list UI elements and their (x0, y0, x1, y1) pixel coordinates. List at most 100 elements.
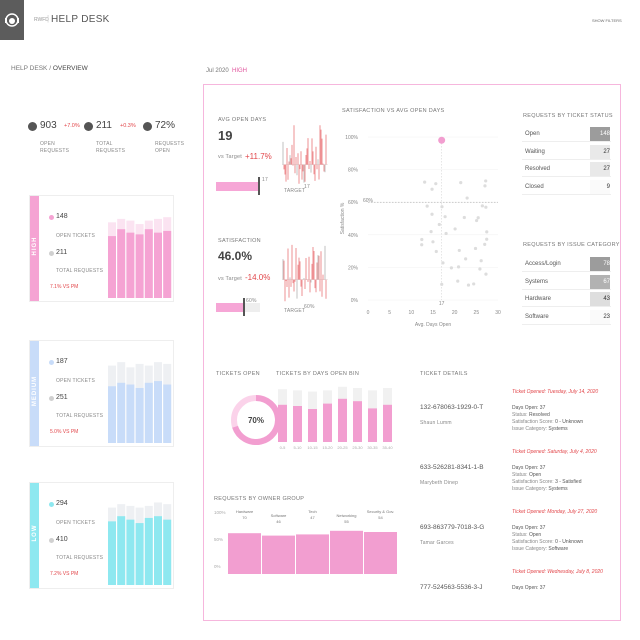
owner-y-tick: 50% (214, 537, 223, 542)
total-dot (49, 251, 54, 256)
table-row[interactable]: Software 23 (522, 309, 611, 325)
bin-open-bar (338, 398, 347, 442)
target-line-label: 60% (363, 198, 374, 204)
ticket-id[interactable]: 777-524563-5536-3-J (420, 584, 483, 591)
priority-filter[interactable]: HIGH (232, 68, 247, 74)
ticket-owner: Tamar Garces (420, 540, 454, 546)
table-row[interactable]: Systems 67 (522, 274, 611, 290)
scatter-point (420, 243, 424, 247)
open-bar (154, 381, 162, 443)
priority-card-low[interactable]: LOW 294 OPEN TICKETS 410 TOTAL REQUESTS 7.2% … (29, 482, 174, 589)
owner-group-chart: 100% 50% 0% Hardware70 Software46 Tech47 Netwo… (214, 509, 397, 574)
row-value: 148 (599, 131, 610, 137)
ticket-id[interactable]: 132-678063-1929-0-T (420, 404, 483, 411)
table-row[interactable]: Hardware 43 (522, 291, 611, 307)
ticket-category-label: Issue Category: (512, 546, 548, 552)
avg-open-days-vs-value: +11.7% (245, 152, 272, 161)
y-tick: 40% (348, 233, 359, 239)
bin-label: 20-25 (337, 445, 348, 450)
table-row[interactable]: Closed 9 (522, 179, 611, 195)
owner-group-title: REQUESTS BY OWNER GROUP (214, 496, 305, 502)
kpi-label: OPEN REQUESTS (40, 141, 70, 154)
x-tick: 5 (388, 310, 391, 316)
priority-name: LOW (32, 524, 38, 542)
scatter-point (430, 212, 434, 216)
bin-open-bar (353, 401, 362, 442)
ticket-id[interactable]: 693-863779-7018-3-G (420, 524, 484, 531)
row-label: Hardware (525, 296, 552, 302)
ticket-status-line: Status: Open (512, 472, 541, 478)
show-filters-button[interactable]: SHOW FILTERS (592, 18, 622, 23)
scatter-point (472, 282, 476, 286)
satisfaction-title: SATISFACTION (218, 238, 261, 244)
scatter-point (440, 205, 444, 209)
avg-open-days-value: 19 (218, 128, 233, 143)
ticket-score-line: Satisfaction Score: 3 - Satisfied (512, 479, 581, 485)
percent-icon (143, 122, 152, 131)
scatter-point (449, 266, 454, 270)
scatter-point (443, 215, 447, 219)
scatter-point (459, 181, 463, 185)
tickets-by-bin-chart: 0-5 5-10 10-15 15-20 20-25 25-30 30-35 35-40 (278, 386, 393, 450)
ticket-days-open: Days Open: 37 (512, 585, 546, 591)
priority-card-high[interactable]: HIGH 148 OPEN TICKETS 211 TOTAL REQUESTS 7.1%… (29, 195, 174, 302)
table-row[interactable]: Access/Login 78 (522, 256, 611, 272)
app-logo[interactable] (0, 0, 24, 40)
owner-bar (228, 533, 261, 574)
scatter-point (462, 215, 466, 220)
table-row[interactable]: Open 148 (522, 126, 611, 142)
bin-open-bar (323, 403, 332, 442)
scatter-point (437, 222, 441, 227)
table-row[interactable]: Waiting 27 (522, 144, 611, 160)
marker-label: 17 (439, 301, 445, 307)
tickets-by-bin-title: TICKETS BY DAYS OPEN BIN (276, 371, 360, 377)
avg-open-days-vs-label: vs Target (218, 154, 243, 160)
open-bar (108, 236, 116, 298)
bin-label: 5-10 (293, 445, 302, 450)
owner-value: 47 (310, 515, 315, 520)
vs-pm: 7.2% VS PM (50, 571, 79, 577)
kpi-delta: +0.3% (120, 123, 136, 129)
scatter-point (466, 283, 471, 287)
total-count: 410 (56, 536, 68, 543)
ticket-score-value: 3 - Satisfied (555, 479, 582, 485)
row-label: Waiting (525, 148, 545, 155)
percent-icon-shape (143, 122, 152, 131)
owner-name: Networking (336, 513, 356, 518)
ticket-category-line: Issue Category: Software (512, 546, 568, 552)
ticket-category-line: Issue Category: Systems (512, 426, 568, 432)
avg-open-days-bar (216, 182, 260, 191)
ticket-opened: Ticket Opened: Saturday, July 4, 2020 (512, 449, 597, 455)
open-bar (154, 232, 162, 298)
scatter-point (483, 184, 487, 188)
scatter-point (429, 230, 433, 234)
period-filter[interactable]: Jul 2020 (206, 68, 229, 74)
row-value: 67 (603, 278, 610, 285)
highlight-point[interactable] (438, 136, 446, 144)
kpi-value: 903 (40, 120, 57, 131)
breadcrumb-current: OVERVIEW (52, 65, 88, 72)
row-label: Closed (525, 183, 544, 190)
scatter-point (420, 237, 424, 242)
open-bar (108, 386, 116, 443)
y-tick: 80% (348, 168, 359, 174)
ticket-status-value: Open (528, 472, 542, 478)
satisfaction-sparkline (282, 244, 328, 302)
breadcrumb-parent[interactable]: HELP DESK (11, 65, 47, 72)
y-tick: 60% (348, 200, 359, 206)
priority-card-medium[interactable]: MEDIUM 187 OPEN TICKETS 251 TOTAL REQUESTS 5.… (29, 340, 174, 447)
avg-open-days-bar-target (258, 177, 260, 195)
table-row[interactable]: Resolved 27 (522, 161, 611, 177)
scatter-point (484, 205, 488, 209)
avg-open-days-target-label: TARGET (284, 188, 306, 194)
ticket-id[interactable]: 633-526281-8341-1-B (420, 464, 484, 471)
total-count: 251 (56, 394, 68, 401)
ticket-days-open: Days Open: 37 (512, 465, 546, 471)
scatter-point (440, 282, 444, 286)
row-label: Access/Login (525, 261, 561, 267)
ticket-status-value: Open (528, 532, 542, 538)
x-tick: 10 (409, 310, 415, 316)
ticket-days-open: Days Open: 37 (512, 525, 546, 531)
ticket-score-label: Satisfaction Score: (512, 419, 554, 425)
open-label: OPEN TICKETS (56, 520, 95, 526)
